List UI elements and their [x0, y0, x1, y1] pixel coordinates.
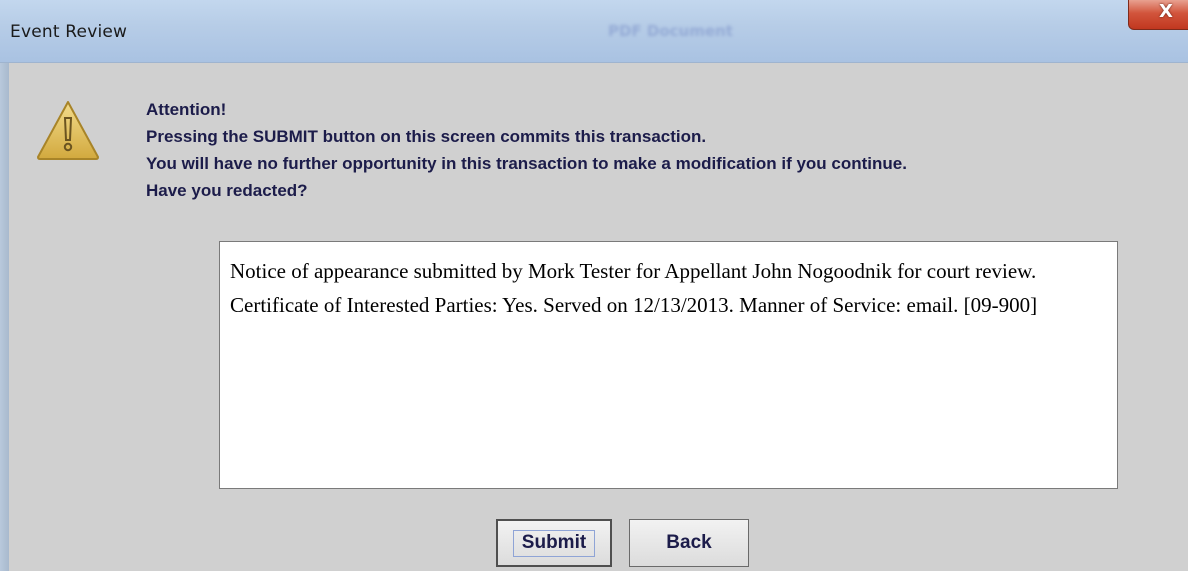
message-line: Pressing the SUBMIT button on this scree…	[146, 127, 707, 146]
background-window-title: PDF Document	[608, 22, 733, 40]
close-button[interactable]: X	[1128, 0, 1188, 30]
focus-indicator	[513, 530, 595, 557]
event-review-dialog: Event Review PDF Document X Attention! P…	[0, 0, 1188, 571]
back-button[interactable]: Back	[629, 519, 749, 567]
attention-message: Attention! Pressing the SUBMIT button on…	[146, 96, 907, 204]
close-icon: X	[1159, 1, 1173, 22]
title-bar[interactable]: Event Review PDF Document X	[0, 0, 1188, 63]
message-question: Have you redacted?	[146, 181, 308, 200]
window-left-border	[0, 63, 9, 571]
message-line: You will have no further opportunity in …	[146, 154, 907, 173]
docket-text-area[interactable]: Notice of appearance submitted by Mork T…	[219, 241, 1118, 489]
window-title: Event Review	[10, 22, 128, 42]
warning-icon	[37, 101, 99, 160]
submit-button[interactable]: Submit	[496, 519, 612, 567]
back-button-label: Back	[666, 532, 712, 553]
message-heading: Attention!	[146, 100, 227, 119]
